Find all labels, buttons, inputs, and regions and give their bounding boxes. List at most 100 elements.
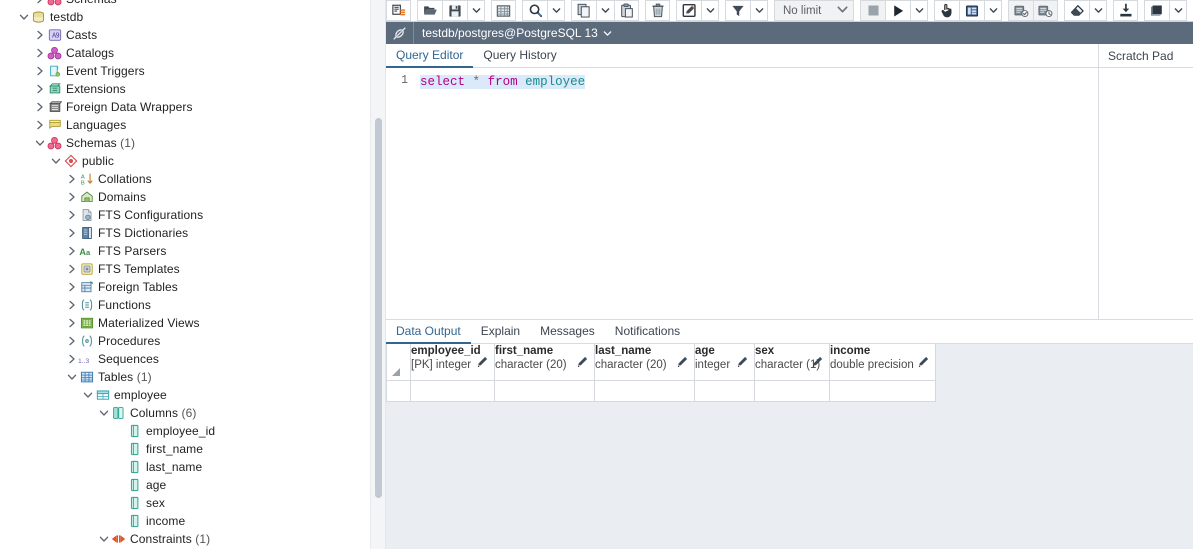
copy-button[interactable]: [571, 0, 596, 21]
grid-cell-income[interactable]: [829, 380, 936, 402]
tree-item-event-triggers[interactable]: Event Triggers: [0, 62, 370, 80]
grid-cell-last_name[interactable]: [594, 380, 695, 402]
connection-title[interactable]: testdb/postgres@PostgreSQL 13: [414, 26, 612, 40]
tree-item-last-name[interactable]: last_name: [0, 458, 370, 476]
tree-item-fts-dictionaries[interactable]: FTS Dictionaries: [0, 224, 370, 242]
chevron-down-icon[interactable]: [66, 368, 78, 386]
chevron-right-icon[interactable]: [66, 296, 78, 314]
chevron-right-icon[interactable]: [34, 26, 46, 44]
tree-item-casts[interactable]: A 9 Casts: [0, 26, 370, 44]
tree-vertical-scrollbar[interactable]: [375, 118, 382, 498]
sql-editor[interactable]: 1 select * from employee: [386, 68, 1098, 319]
tab-query-editor[interactable]: Query Editor: [386, 44, 474, 68]
grid-cell-sex[interactable]: [754, 380, 830, 402]
scratch-pad-input[interactable]: [1099, 68, 1193, 319]
pencil-icon[interactable]: [676, 356, 689, 372]
tree-item-columns[interactable]: Columns (6): [0, 404, 370, 422]
execute-dropdown-button[interactable]: [910, 0, 928, 21]
tree-item-foreign-tables[interactable]: Foreign Tables: [0, 278, 370, 296]
tree-item-fts-parsers[interactable]: Aa FTS Parsers: [0, 242, 370, 260]
chevron-down-icon[interactable]: [34, 134, 46, 152]
chevron-down-icon[interactable]: [50, 152, 62, 170]
tree-item-testdb[interactable]: testdb: [0, 8, 370, 26]
tree-item-schemas[interactable]: Schemas (1): [0, 134, 370, 152]
tree-item-age[interactable]: age: [0, 476, 370, 494]
tree-item-sequences[interactable]: 1..3 Sequences: [0, 350, 370, 368]
tree-item-public[interactable]: public: [0, 152, 370, 170]
grid-row-number-cell[interactable]: [386, 380, 411, 402]
save-dropdown-button[interactable]: [467, 0, 485, 21]
filter-dropdown-button[interactable]: [750, 0, 768, 21]
filter-button[interactable]: [725, 0, 750, 21]
edit-dropdown-button[interactable]: [701, 0, 719, 21]
clear-dropdown-button[interactable]: [1089, 0, 1107, 21]
tree-item-employee[interactable]: employee: [0, 386, 370, 404]
grid-corner-header[interactable]: [386, 344, 411, 381]
grid-cell-employee_id[interactable]: [410, 380, 495, 402]
tree-item-materialized-views[interactable]: Materialized Views: [0, 314, 370, 332]
tree-scroll-area[interactable]: Schemas testdb A9Casts Catalogs Event Trigge…: [0, 0, 386, 549]
grid-column-header-first_name[interactable]: first_name character (20): [494, 344, 595, 381]
chevron-right-icon[interactable]: [66, 188, 78, 206]
copy-dropdown-button[interactable]: [596, 0, 614, 21]
tab-explain[interactable]: Explain: [471, 320, 530, 344]
chevron-right-icon[interactable]: [66, 242, 78, 260]
tab-notifications[interactable]: Notifications: [605, 320, 690, 344]
grid-cell-first_name[interactable]: [494, 380, 595, 402]
tree-item-domains[interactable]: Domains: [0, 188, 370, 206]
row-limit-select[interactable]: No limit: [774, 0, 854, 21]
grid-column-header-sex[interactable]: sex character (1): [754, 344, 830, 381]
chevron-down-icon[interactable]: [98, 404, 110, 422]
save-file-button[interactable]: [442, 0, 467, 21]
tree-item-sex[interactable]: sex: [0, 494, 370, 512]
delete-row-button[interactable]: [645, 0, 670, 21]
tab-data-output[interactable]: Data Output: [386, 320, 471, 344]
macros-dropdown-button[interactable]: [1169, 0, 1187, 21]
tree-item-fts-configurations[interactable]: FTS Configurations: [0, 206, 370, 224]
object-browser-tree[interactable]: Schemas testdb A9Casts Catalogs Event Trigge…: [0, 0, 386, 549]
tree-item-first-name[interactable]: first_name: [0, 440, 370, 458]
tree-item-income[interactable]: income: [0, 512, 370, 530]
download-csv-button[interactable]: [1113, 0, 1138, 21]
grid-column-header-employee_id[interactable]: employee_id [PK] integer: [410, 344, 495, 381]
tree-item-constraints[interactable]: Constraints (1): [0, 530, 370, 548]
macros-button[interactable]: [1144, 0, 1169, 21]
edit-grid-button[interactable]: [491, 0, 516, 21]
pencil-icon[interactable]: [917, 356, 930, 372]
results-grid-body[interactable]: [386, 380, 936, 402]
chevron-right-icon[interactable]: [66, 278, 78, 296]
chevron-right-icon[interactable]: [34, 62, 46, 80]
grid-cell-age[interactable]: [694, 380, 755, 402]
chevron-right-icon[interactable]: [66, 206, 78, 224]
edit-button[interactable]: [676, 0, 701, 21]
chevron-down-icon[interactable]: [98, 530, 110, 548]
chevron-right-icon[interactable]: [66, 350, 78, 368]
open-file-button[interactable]: [417, 0, 442, 21]
chevron-down-icon[interactable]: [18, 8, 30, 26]
clear-button[interactable]: [1064, 0, 1089, 21]
chevron-right-icon[interactable]: [34, 116, 46, 134]
find-dropdown-button[interactable]: [547, 0, 565, 21]
tree-item-foreign-data-wrappers[interactable]: Foreign Data Wrappers: [0, 98, 370, 116]
tree-item-fts-templates[interactable]: FTS Templates: [0, 260, 370, 278]
tab-messages[interactable]: Messages: [530, 320, 605, 344]
grid-column-header-age[interactable]: age integer: [694, 344, 755, 381]
chevron-right-icon[interactable]: [66, 332, 78, 350]
pencil-icon[interactable]: [576, 356, 589, 372]
tree-item-tables[interactable]: Tables (1): [0, 368, 370, 386]
tree-item-schemas[interactable]: Schemas: [0, 0, 370, 8]
tree-item-employee-id[interactable]: employee_id: [0, 422, 370, 440]
tree-item-collations[interactable]: A B Collations: [0, 170, 370, 188]
chevron-right-icon[interactable]: [34, 0, 46, 8]
pencil-icon[interactable]: [811, 356, 824, 372]
explain-button[interactable]: [934, 0, 959, 21]
explain-analyze-button[interactable]: [959, 0, 984, 21]
tree-item-extensions[interactable]: Extensions: [0, 80, 370, 98]
tab-query-history[interactable]: Query History: [473, 44, 566, 68]
chevron-right-icon[interactable]: [34, 44, 46, 62]
chevron-right-icon[interactable]: [66, 260, 78, 278]
tree-item-languages[interactable]: Languages: [0, 116, 370, 134]
paste-button[interactable]: [614, 0, 639, 21]
tree-item-procedures[interactable]: Procedures: [0, 332, 370, 350]
chevron-right-icon[interactable]: [66, 314, 78, 332]
